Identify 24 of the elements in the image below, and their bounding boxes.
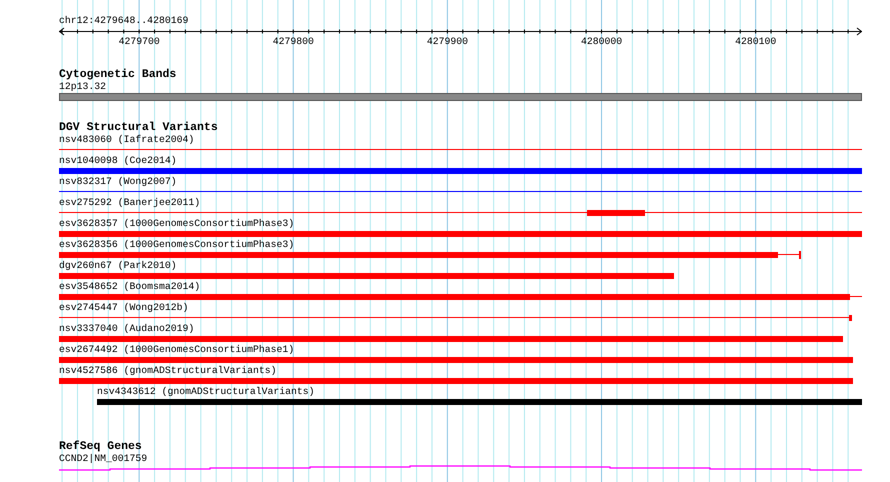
- variant-label[interactable]: esv3548652 (Boomsma2014): [59, 281, 200, 292]
- variant-label[interactable]: esv3628357 (1000GenomesConsortiumPhase3): [59, 218, 294, 229]
- band-label: 12p13.32: [59, 81, 106, 92]
- variant-label[interactable]: esv2674492 (1000GenomesConsortiumPhase1): [59, 344, 294, 355]
- track-title: DGV Structural Variants: [59, 122, 218, 134]
- variant-label[interactable]: dgv260n67 (Park2010): [59, 260, 177, 271]
- variant-label[interactable]: nsv1040098 (Coe2014): [59, 155, 177, 166]
- variant-label[interactable]: nsv832317 (Wong2007): [59, 176, 177, 187]
- variant-label[interactable]: nsv483060 (Iafrate2004): [59, 134, 194, 145]
- variant-label[interactable]: esv275292 (Banerjee2011): [59, 197, 200, 208]
- ruler-tick-label: 4279800: [272, 36, 314, 47]
- variant-label[interactable]: nsv4527586 (gnomADStructuralVariants): [59, 365, 277, 376]
- track-title: RefSeq Genes: [59, 441, 142, 453]
- ruler-tick-label: 4279700: [118, 36, 160, 47]
- ruler-tick-label: 4279900: [426, 36, 468, 47]
- variant-label[interactable]: esv3628356 (1000GenomesConsortiumPhase3): [59, 239, 294, 250]
- gene-label[interactable]: CCND2|NM_001759: [59, 453, 148, 464]
- variant-label[interactable]: nsv3337040 (Audano2019): [59, 323, 194, 334]
- variant-label[interactable]: nsv4343612 (gnomADStructuralVariants): [96, 386, 314, 397]
- ruler-position-label: chr12:4279648..4280169: [59, 15, 190, 26]
- track-title: Cytogenetic Bands: [59, 69, 176, 81]
- ruler-tick-label: 4280100: [735, 36, 776, 47]
- ruler-tick-label: 4280000: [580, 36, 622, 47]
- variant-label[interactable]: esv2745447 (Wong2012b): [59, 302, 188, 313]
